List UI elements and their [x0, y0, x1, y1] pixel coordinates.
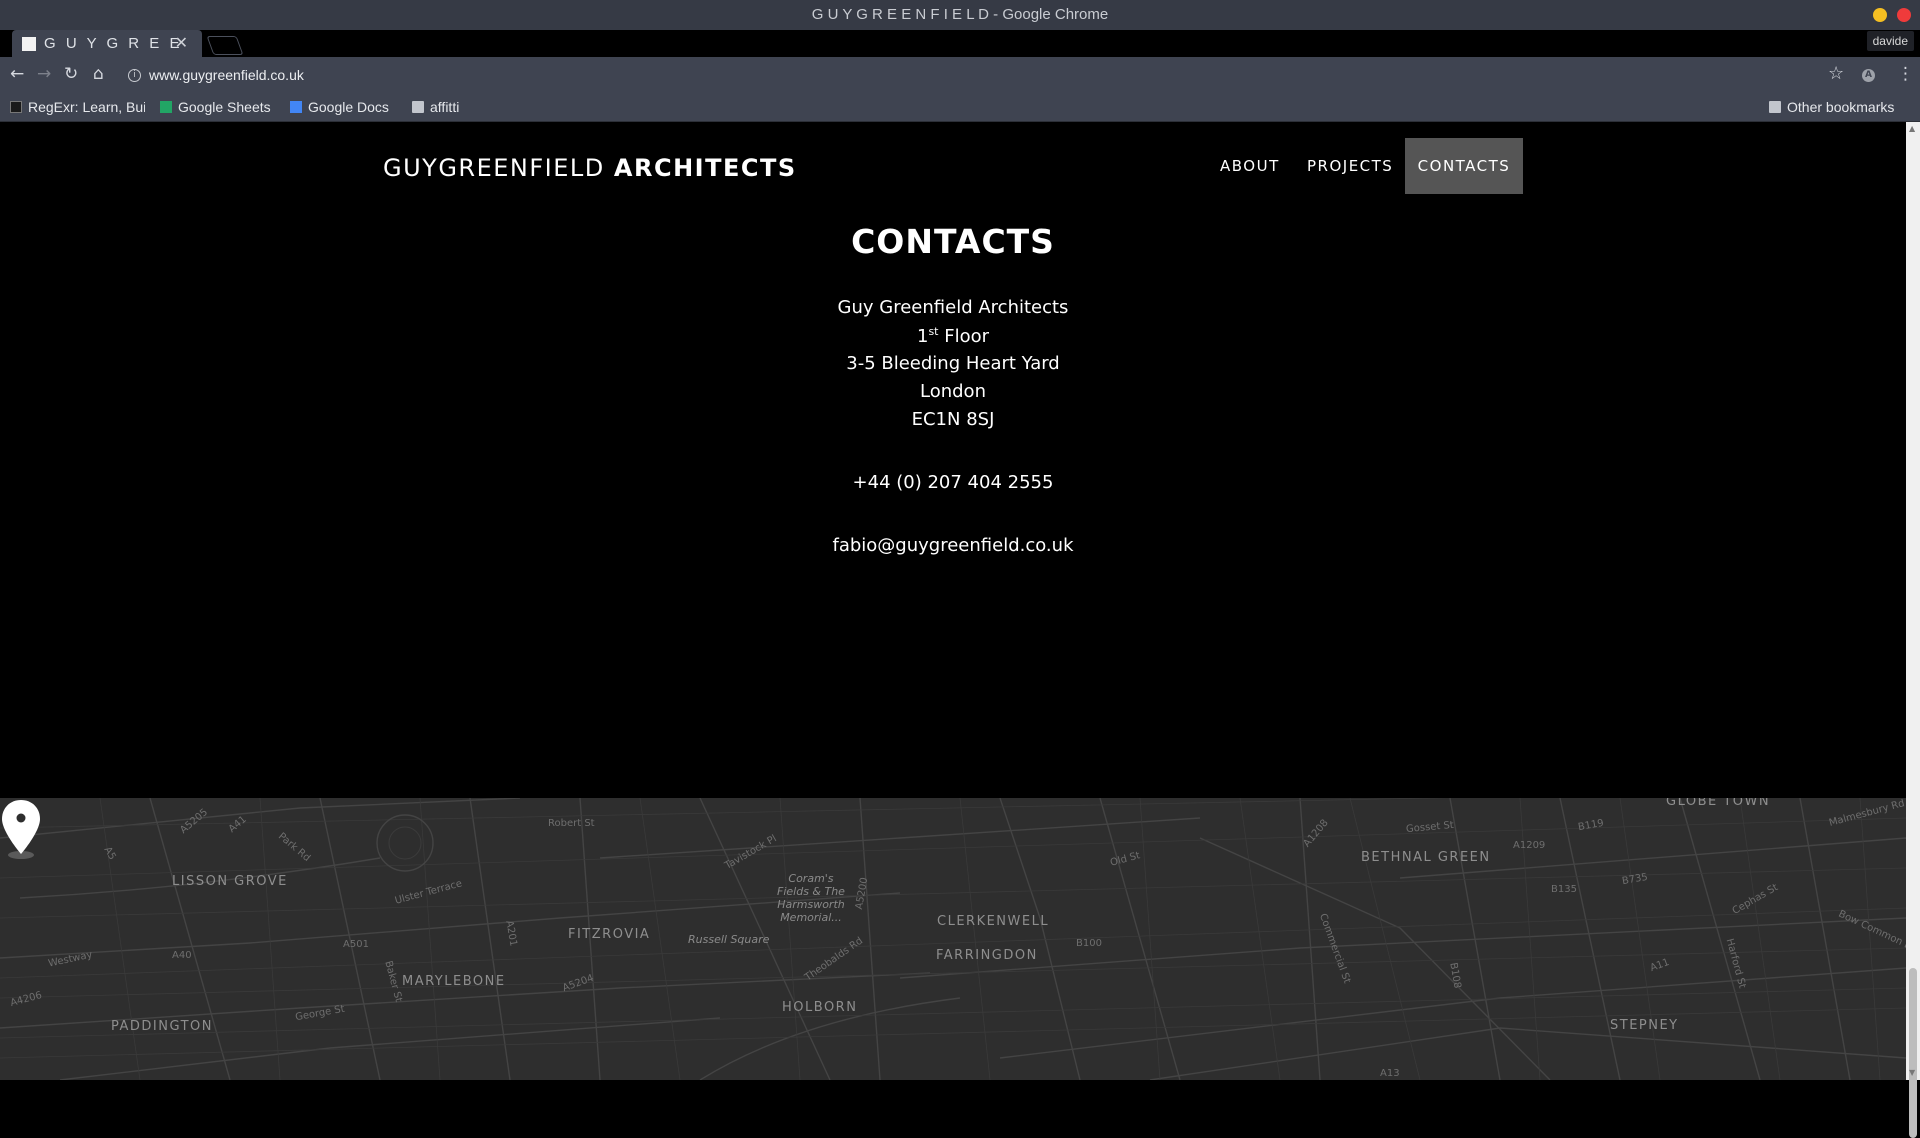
address-bar[interactable]: [122, 62, 1822, 90]
bookmarks-bar: [0, 97, 1920, 122]
nav-about-link[interactable]: ABOUT: [1220, 157, 1280, 175]
map-poi-label: Coram's Fields & The Harmsworth Memorial…: [777, 872, 845, 924]
url-text[interactable]: www.guygreenfield.co.uk: [149, 67, 304, 83]
docs-icon: [290, 101, 302, 113]
tab-close-icon[interactable]: ✕: [175, 33, 188, 52]
folder-icon: [1769, 101, 1781, 113]
profile-badge[interactable]: davide: [1866, 31, 1914, 51]
scrollbar-thumb[interactable]: [1909, 968, 1917, 1138]
bookmark-label: RegExr: Learn, Build: [28, 99, 145, 115]
floor-number: 1: [916, 326, 929, 347]
road-label: A501: [343, 939, 369, 950]
site-info-icon[interactable]: i: [128, 69, 141, 82]
bookmark-regexr[interactable]: RegExr: Learn, Build: [10, 99, 145, 115]
company-name: Guy Greenfield Architects: [837, 297, 1069, 318]
map-area-label: CLERKENWELL: [937, 914, 1050, 929]
bookmark-folder-affitti[interactable]: affitti: [412, 99, 459, 115]
title-bar: G U Y G R E E N F I E L D - Google Chrom…: [0, 0, 1920, 30]
other-bookmarks[interactable]: Other bookmarks: [1769, 99, 1894, 115]
browser-tab[interactable]: G U Y G R E E N F I E L D ✕: [12, 30, 202, 57]
address-street: 3-5 Bleeding Heart Yard: [846, 353, 1060, 374]
map-poi-label: Russell Square: [688, 933, 770, 946]
forward-arrow-icon[interactable]: →: [37, 64, 51, 84]
logo-text-light: GUYGREENFIELD: [383, 154, 605, 182]
bookmark-label: Other bookmarks: [1787, 99, 1895, 115]
address-postcode: EC1N 8SJ: [911, 409, 995, 430]
map-area-label: PADDINGTON: [111, 1019, 213, 1034]
map-area-label: STEPNEY: [1610, 1018, 1679, 1033]
road-label: A1209: [1513, 840, 1546, 851]
bookmark-label: Google Sheets: [178, 99, 271, 115]
map-area-label: HOLBORN: [782, 1000, 858, 1015]
logo-text-bold: ARCHITECTS: [613, 154, 797, 182]
phone-number[interactable]: +44 (0) 207 404 2555: [0, 472, 1906, 493]
page-title: CONTACTS: [851, 222, 1055, 261]
bookmark-star-icon[interactable]: ☆: [1828, 63, 1844, 84]
close-window-button[interactable]: [1897, 8, 1911, 22]
map-area-label: BETHNAL GREEN: [1361, 850, 1491, 865]
road-label: B135: [1551, 884, 1577, 895]
address-city: London: [920, 381, 986, 402]
page-scrollbar[interactable]: ▲ ▼: [1906, 122, 1920, 1138]
sheets-icon: [160, 101, 172, 113]
road-label: B100: [1076, 938, 1102, 949]
web-page: GUYGREENFIELD ARCHITECTS ABOUT PROJECTS …: [0, 122, 1906, 1080]
road-label: Robert St: [548, 818, 595, 829]
back-arrow-icon[interactable]: ←: [10, 64, 24, 84]
map-area-label: MARYLEBONE: [402, 974, 506, 989]
bookmark-google-sheets[interactable]: Google Sheets: [160, 99, 271, 115]
window-title: G U Y G R E E N F I E L D - Google Chrom…: [811, 6, 1109, 23]
bookmark-label: affitti: [430, 99, 460, 115]
reload-icon[interactable]: ↻: [64, 64, 78, 84]
chrome-menu-icon[interactable]: ⋮: [1897, 64, 1914, 84]
road-label: A40: [172, 950, 192, 961]
scroll-down-arrow-icon[interactable]: ▼: [1909, 1068, 1915, 1077]
floor-suffix: st: [928, 325, 939, 338]
home-icon[interactable]: ⌂: [93, 64, 104, 84]
address-floor: 1st Floor: [0, 325, 1906, 347]
map-pin-icon[interactable]: [0, 798, 42, 860]
page-favicon-icon: [22, 37, 36, 51]
map[interactable]: LISSON GROVE FITZROVIA MARYLEBONE PADDIN…: [0, 798, 1906, 1080]
scroll-up-arrow-icon[interactable]: ▲: [1909, 124, 1915, 133]
map-area-label: FITZROVIA: [568, 927, 651, 942]
map-area-label: GLOBE TOWN: [1666, 798, 1771, 809]
bookmark-google-docs[interactable]: Google Docs: [290, 99, 389, 115]
folder-icon: [412, 101, 424, 113]
nav-contacts-link[interactable]: CONTACTS: [1405, 138, 1523, 194]
extension-icon[interactable]: A: [1862, 69, 1875, 82]
minimize-button[interactable]: [1873, 8, 1887, 22]
bookmark-label: Google Docs: [308, 99, 389, 115]
email-link[interactable]: fabio@guygreenfield.co.uk: [0, 535, 1906, 556]
map-area-label: FARRINGDON: [936, 948, 1038, 963]
road-label: A13: [1380, 1068, 1400, 1079]
floor-word: Floor: [944, 326, 989, 347]
tab-title: G U Y G R E E N F I E L D: [44, 35, 179, 52]
new-tab-button[interactable]: [206, 36, 244, 55]
nav-projects-link[interactable]: PROJECTS: [1307, 157, 1393, 175]
site-logo[interactable]: GUYGREENFIELD ARCHITECTS: [383, 154, 797, 182]
regexr-favicon-icon: [10, 101, 22, 113]
map-area-label: LISSON GROVE: [172, 874, 288, 889]
